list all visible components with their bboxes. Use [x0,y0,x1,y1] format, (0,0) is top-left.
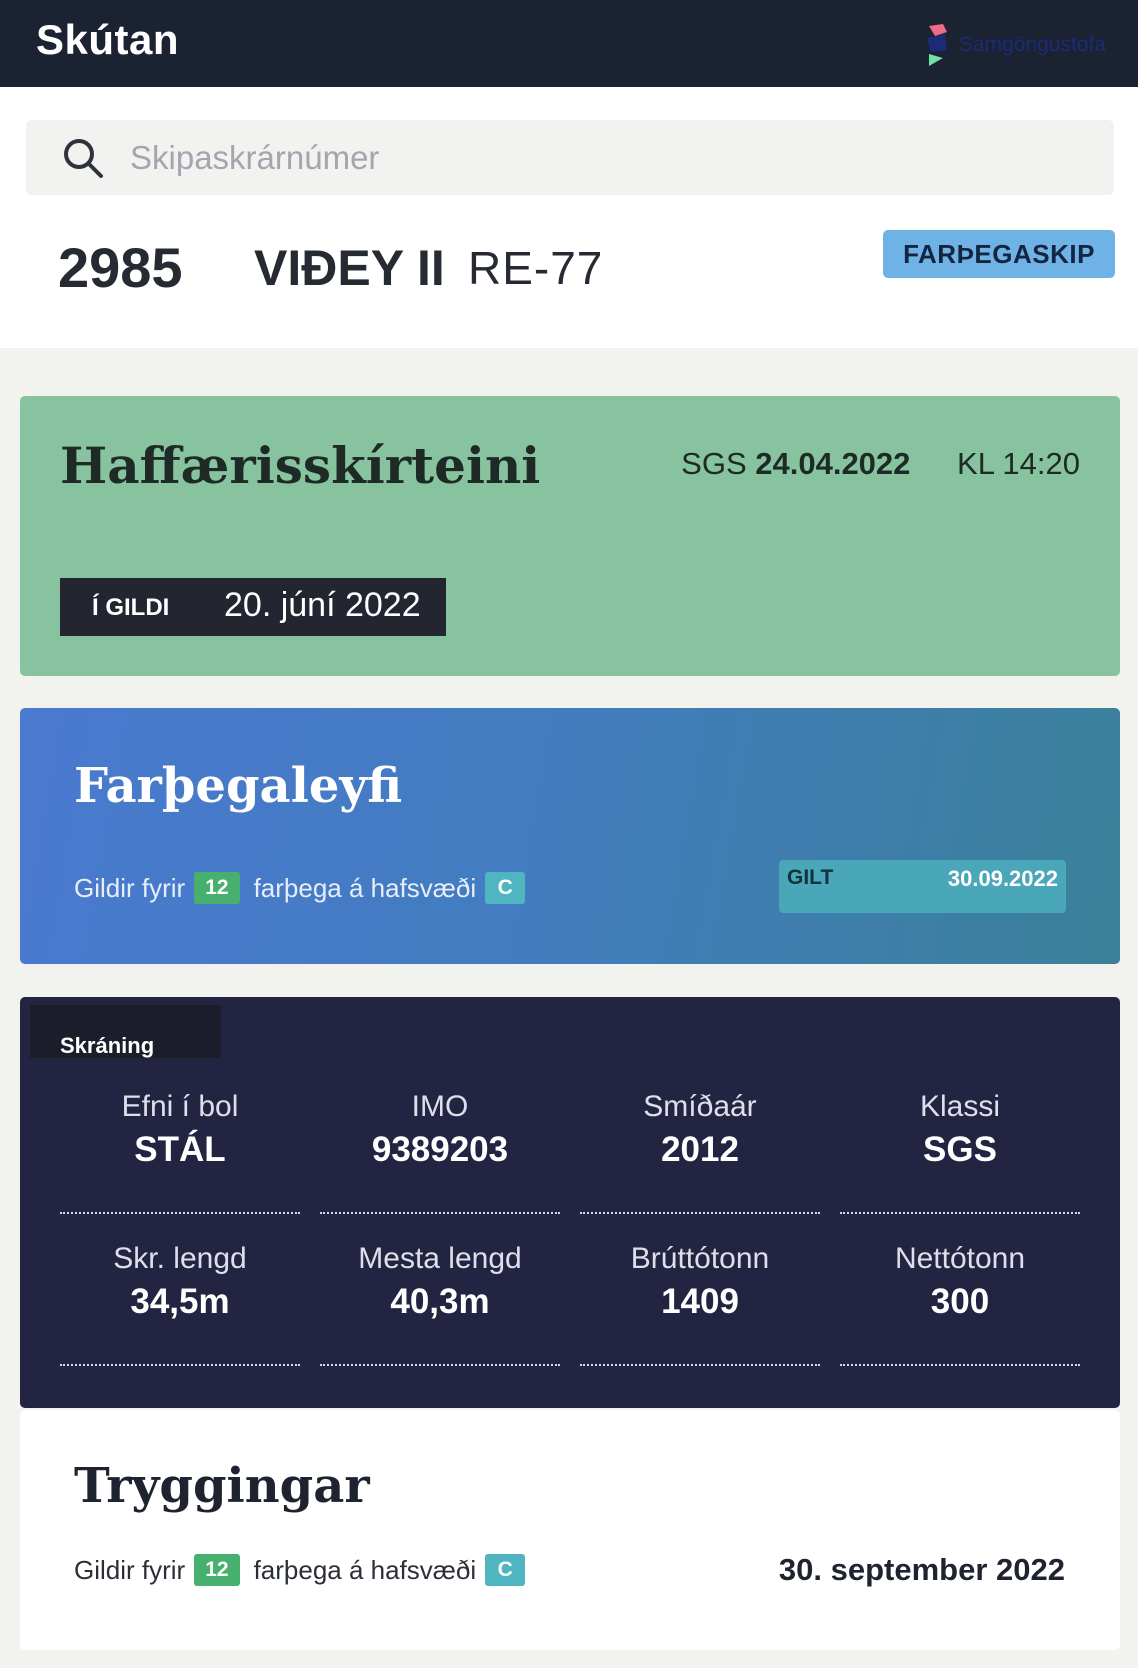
search-icon[interactable] [62,137,104,179]
ship-header: 2985 VIÐEY II RE-77 FARÞEGASKIP [0,87,1138,348]
field-label: Mesta lengd [358,1242,522,1275]
field-build-year: Smíðaár 2012 [580,1090,820,1214]
insurance-title: Tryggingar [74,1458,370,1514]
app-title: Skútan [36,16,180,63]
field-hull-material: Efni í bol STÁL [60,1090,300,1214]
ship-registration: RE-77 [468,242,604,294]
permit-title: Farþegaleyfi [74,758,403,814]
passenger-count-badge: 12 [194,1554,240,1586]
field-imo: IMO 9389203 [320,1090,560,1214]
certificate-date: 24.04.2022 [755,446,911,481]
certificate-card[interactable]: Haffærisskírteini SGS 24.04.2022 KL 14:2… [20,396,1120,676]
field-label: IMO [411,1090,469,1123]
samgongustofa-logo-icon [926,24,947,66]
permit-zone-text: farþega á hafsvæði [253,872,477,903]
top-bar: Skútan Samgöngustofa [0,0,1138,87]
field-value: SGS [923,1130,997,1169]
field-overall-length: Mesta lengd 40,3m [320,1242,560,1366]
brand[interactable]: Samgöngustofa [923,22,1106,68]
permit-description: Gildir fyrir 12 farþega á hafsvæði C [74,872,526,904]
passenger-permit-card[interactable]: Farþegaleyfi Gildir fyrir 12 farþega á h… [20,708,1120,964]
registration-card: Skráning Efni í bol STÁL IMO 9389203 Smí… [20,997,1120,1408]
sea-zone-badge: C [485,872,526,904]
field-label: Brúttótonn [630,1242,770,1275]
field-value: 1409 [661,1282,739,1321]
ship-type-badge: FARÞEGASKIP [883,230,1115,278]
ship-name: VIÐEY II [254,240,445,296]
sea-zone-badge: C [485,1554,526,1586]
field-label: Klassi [919,1090,1001,1123]
certificate-meta: SGS 24.04.2022 KL 14:20 [681,446,1080,482]
registration-tab-label: Skráning [60,1033,155,1058]
certificate-valid-label: Í GILDI [92,594,170,621]
search-bar [26,120,1114,195]
permit-valid-date: 30.09.2022 [947,866,1058,891]
certificate-valid-date: 20. júní 2022 [224,586,421,624]
field-label: Nettótonn [894,1242,1026,1275]
certificate-time: KL 14:20 [957,446,1080,481]
certificate-issuer: SGS [681,446,747,481]
field-gross-tonnage: Brúttótonn 1409 [580,1242,820,1366]
field-value: 2012 [661,1130,739,1169]
field-value: STÁL [134,1130,226,1169]
insurance-valid-for-label: Gildir fyrir [74,1554,186,1585]
brand-name: Samgöngustofa [958,33,1106,56]
permit-valid-box: GILT 30.09.2022 [779,860,1066,913]
search-input[interactable] [130,120,1070,195]
field-value: 300 [930,1282,990,1321]
field-net-tonnage: Nettótonn 300 [840,1242,1080,1366]
certificate-title: Haffærisskírteini [60,436,541,495]
field-label: Efni í bol [121,1090,239,1123]
field-label: Skr. lengd [113,1242,247,1275]
insurance-description: Gildir fyrir 12 farþega á hafsvæði C [74,1554,526,1586]
ship-number: 2985 [58,236,183,299]
insurance-card[interactable]: Tryggingar Gildir fyrir 12 farþega á haf… [20,1410,1120,1650]
insurance-valid-date: 30. september 2022 [778,1552,1065,1587]
permit-valid-for-label: Gildir fyrir [74,872,186,903]
field-registered-length: Skr. lengd 34,5m [60,1242,300,1366]
certificate-valid-box: Í GILDI 20. júní 2022 [60,578,446,636]
field-value: 40,3m [390,1282,490,1321]
field-class: Klassi SGS [840,1090,1080,1214]
field-value: 34,5m [130,1282,230,1321]
field-value: 9389203 [371,1130,509,1169]
passenger-count-badge: 12 [194,872,240,904]
permit-valid-label: GILT [787,866,834,889]
insurance-zone-text: farþega á hafsvæði [253,1554,477,1585]
registration-tab[interactable]: Skráning [30,1005,221,1058]
field-label: Smíðaár [643,1090,757,1123]
